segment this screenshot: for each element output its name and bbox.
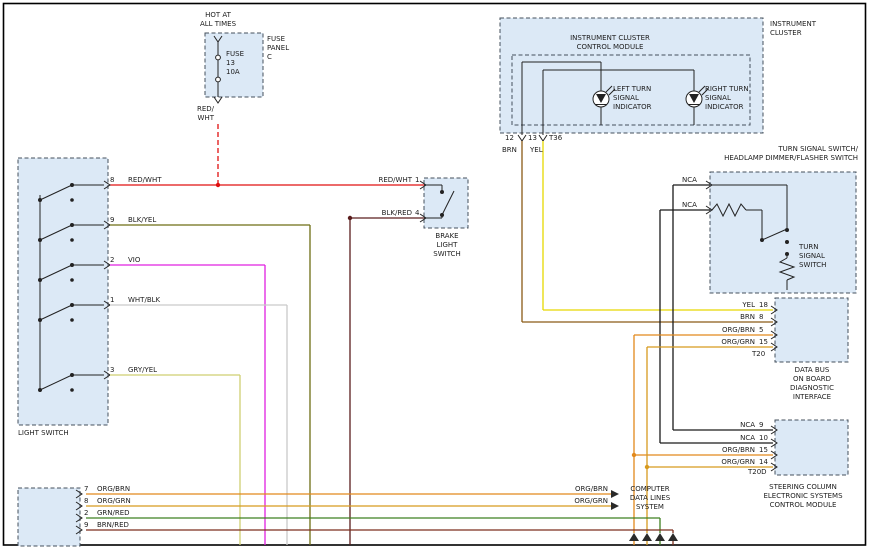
- pin-number: 12: [505, 134, 517, 143]
- steering-module-box: [775, 420, 848, 475]
- wire-label: ORG/GRN: [705, 458, 755, 467]
- connector-id: T20: [752, 350, 774, 359]
- wire-label: ORG/GRN: [705, 338, 755, 347]
- pin-number: 8: [759, 313, 773, 322]
- offpage-up-arrow: [629, 533, 639, 541]
- pin-number: 8: [84, 497, 94, 506]
- connector-id: T20D: [748, 468, 774, 477]
- wire-label: BRN: [705, 313, 755, 322]
- wire-label: BLK/RED: [368, 209, 412, 218]
- turn-signal-switch-box: [710, 172, 856, 293]
- wire-label: ORG/GRN: [558, 497, 608, 506]
- instrument-cluster-label: INSTRUMENT CLUSTER: [770, 20, 850, 38]
- pin-number: 13: [528, 134, 540, 143]
- pin-number: 2: [110, 256, 122, 265]
- hot-at-all-times-label: HOT AT ALL TIMES: [188, 11, 248, 29]
- steering-module-label: STEERING COLUMN ELECTRONIC SYSTEMS CONTR…: [756, 483, 850, 510]
- wire-label: BRN: [502, 146, 524, 155]
- wire-label: RED/WHT: [128, 176, 188, 185]
- turn-signal-header-label: TURN SIGNAL SWITCH/ HEADLAMP DIMMER/FLAS…: [700, 145, 858, 163]
- junction-dot: [348, 216, 352, 220]
- wire-label: ORG/BRN: [97, 485, 147, 494]
- computer-data-lines-label: COMPUTER DATA LINES SYSTEM: [618, 485, 682, 512]
- fuse-panel-label: FUSE PANEL C: [267, 35, 309, 62]
- junction-dot: [645, 465, 649, 469]
- pin-number: 18: [759, 301, 773, 310]
- wire-label: GRN/RED: [97, 509, 147, 518]
- pin-number: 9: [84, 521, 94, 530]
- light-switch-label: LIGHT SWITCH: [18, 429, 98, 438]
- bottom-connector-box: [18, 488, 80, 546]
- fuse-label: FUSE 13 10A: [226, 50, 260, 77]
- offpage-up-arrow: [668, 533, 678, 541]
- right-indicator-label: RIGHT TURN SIGNAL INDICATOR: [705, 85, 753, 112]
- wire-label: ORG/BRN: [558, 485, 608, 494]
- wire-blk-red: [348, 216, 424, 545]
- red-wht-feed-label: RED/ WHT: [186, 105, 214, 123]
- offpage-up-arrow: [642, 533, 652, 541]
- wire-gry-yel: [110, 375, 240, 545]
- wire-label: ORG/BRN: [705, 446, 755, 455]
- pin-number: 9: [110, 216, 122, 225]
- wire-label: NCA: [682, 176, 704, 185]
- pin-number: 14: [759, 458, 773, 467]
- pin-number: 15: [759, 446, 773, 455]
- pin-number: 1: [110, 296, 122, 305]
- brake-switch-label: BRAKE LIGHT SWITCH: [423, 232, 471, 259]
- wire-label: YEL: [530, 146, 552, 155]
- junction-dot: [632, 453, 636, 457]
- data-bus-label: DATA BUS ON BOARD DIAGNOSTIC INTERFACE: [774, 366, 850, 402]
- wire-label: NCA: [682, 201, 704, 210]
- wire-label: NCA: [705, 434, 755, 443]
- wire-grn-red: [86, 518, 660, 545]
- pin-number: 15: [759, 338, 773, 347]
- connector-id: T36: [549, 134, 571, 143]
- wire-label: GRY/YEL: [128, 366, 188, 375]
- pin-number: 1: [415, 176, 425, 185]
- wire-label: WHT/BLK: [128, 296, 188, 305]
- left-indicator-label: LEFT TURN SIGNAL INDICATOR: [613, 85, 659, 112]
- data-bus-box: [775, 298, 848, 362]
- cluster-module-label: INSTRUMENT CLUSTER CONTROL MODULE: [528, 34, 692, 52]
- wire-label: BLK/YEL: [128, 216, 188, 225]
- wire-brn-red: [86, 530, 673, 545]
- junction-dot: [216, 183, 220, 187]
- wire-label: ORG/BRN: [705, 326, 755, 335]
- pin-number: 10: [759, 434, 773, 443]
- pin-number: 7: [84, 485, 94, 494]
- light-switch-box: [18, 158, 108, 425]
- wire-label: NCA: [705, 421, 755, 430]
- wire-label: BRN/RED: [97, 521, 147, 530]
- wire-label: RED/WHT: [368, 176, 412, 185]
- pin-number: 4: [415, 209, 425, 218]
- wire-label: VIO: [128, 256, 188, 265]
- wire-label: YEL: [705, 301, 755, 310]
- pin-number: 5: [759, 326, 773, 335]
- pin-number: 9: [759, 421, 773, 430]
- turn-signal-switch-label: TURN SIGNAL SWITCH: [799, 243, 849, 270]
- pin-number: 3: [110, 366, 122, 375]
- wire-label: ORG/GRN: [97, 497, 147, 506]
- pin-number: 2: [84, 509, 94, 518]
- offpage-up-arrow: [655, 533, 665, 541]
- pin-number: 8: [110, 176, 122, 185]
- wiring-diagram-page: HOT AT ALL TIMES FUSE PANEL C FUSE 13 10…: [0, 0, 872, 548]
